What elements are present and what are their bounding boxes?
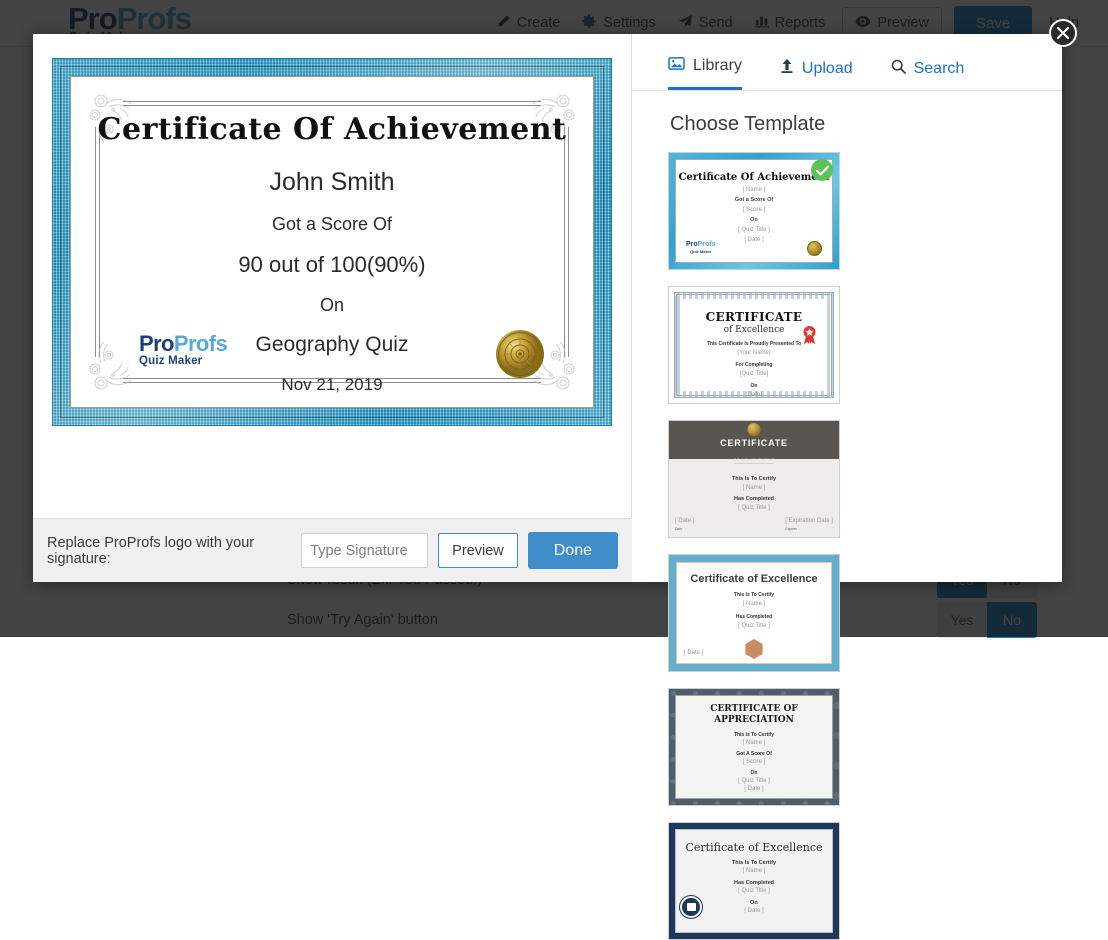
done-button[interactable]: Done [528,532,618,569]
tab-search[interactable]: Search [891,59,965,90]
thumb5-title-2: APPRECIATION [676,715,832,726]
thumb1-line-score-label: Got a Score Of [676,197,832,203]
template-thumbnail-certificate-of-appreciation-damask[interactable]: CERTIFICATE OF APPRECIATION This Is To C… [668,688,840,806]
signature-label: Replace ProProfs logo with your signatur… [47,535,291,567]
thumb1-line-name: [ Name ] [676,187,832,193]
thumb2-line-date: [Date] [681,392,827,398]
certificate-frame: Certificate Of Achievement John Smith Go… [52,58,612,426]
certificate-recipient-name: John Smith [71,168,593,197]
upload-icon [780,58,794,79]
template-thumbnail-certificate-of-achievement-dark-header[interactable]: CERTIFICATE OF ACHIEVEMENT This Is To Ce… [668,420,840,538]
cert-logo-profs: Profs [174,331,227,356]
thumb2-title-1: CERTIFICATE [681,310,827,324]
certificate-score-value: 90 out of 100(90%) [71,252,593,278]
template-chooser-pane: Library Upload Search Choose Template [632,34,1062,582]
choose-template-heading: Choose Template [632,91,1062,136]
thumb6-title: Certificate of Excellence [676,841,832,854]
tab-library-label: Library [693,57,742,75]
thumb6-line-name: [ Name ] [676,868,832,874]
selected-check-icon [811,159,833,181]
signature-input[interactable] [301,533,428,568]
thumb1-title: Certificate Of Achievement [676,172,832,183]
thumb5-line-score-label: Got A Score Of [676,751,832,757]
certificate-proprofs-logo: ProProfs Quiz Maker [139,333,227,368]
template-source-tabs: Library Upload Search [632,34,1062,91]
thumb3-line-completed: Has Completed [669,496,839,502]
close-icon[interactable] [1049,19,1077,47]
template-thumbnail-certificate-of-excellence-navy[interactable]: Certificate of Excellence This Is To Cer… [668,822,840,940]
thumb5-line-on: On [676,770,832,776]
thumb5-line-score: [ Score ] [676,759,832,765]
thumb4-date: [ Date ] [684,650,703,656]
close-x-glyph [1057,27,1069,39]
thumb6-line-completed: Has Completed [676,880,832,886]
thumb3-title-1: CERTIFICATE [669,438,839,448]
thumb6-book-badge-icon [680,896,702,918]
certificate-title: Certificate Of Achievement [71,113,593,146]
thumb2-line-quiz: [Quiz Title] [681,371,827,377]
thumb3-footer-date-sub: Date [675,527,694,531]
thumb4-line-name: [ Name ] [677,601,831,607]
certificate-inner: Certificate Of Achievement John Smith Go… [70,76,594,408]
thumb4-wax-seal-icon [744,639,764,659]
cert-logo-pro: Pro [139,331,174,356]
thumb3-footer-exp-sub: Expires [785,527,833,531]
thumb2-line-on: On [681,383,827,389]
tab-upload[interactable]: Upload [780,58,853,90]
certificate-preview: Certificate Of Achievement John Smith Go… [52,58,612,426]
image-icon [668,56,685,76]
tab-library[interactable]: Library [668,56,742,90]
thumb4-title: Certificate of Excellence [677,573,831,585]
tab-search-label: Search [914,60,965,78]
template-thumbnail-certificate-of-excellence-blue-border[interactable]: Certificate of Excellence This Is To Cer… [668,554,840,672]
thumb3-footer-exp: [ Expiration Date ] [785,518,833,524]
thumb5-line-certify: This Is To Certify [676,732,832,738]
thumb2-line-name: [Your Name] [681,350,827,356]
thumb3-line-certify: This Is To Certify [669,476,839,482]
thumb1-seal-icon [807,241,822,256]
thumb2-line-completing: For Completing [681,362,827,368]
thumb3-title-2: OF ACHIEVEMENT [734,457,775,464]
thumb5-line-quiz: [ Quiz Title ] [676,778,832,784]
thumb6-line-certify: This Is To Certify [676,860,832,866]
signature-bar: Replace ProProfs logo with your signatur… [33,518,632,582]
cert-logo-sub: Quiz Maker [139,356,227,368]
tab-upload-label: Upload [802,60,853,78]
thumb4-line-completed: Has Completed [677,614,831,620]
certificate-template-modal: Certificate Of Achievement John Smith Go… [33,34,1062,582]
thumb4-line-quiz: [ Quiz Title ] [677,623,831,629]
certificate-score-label: Got a Score Of [71,214,593,235]
thumb3-line-name: [ Name ] [669,485,839,491]
signature-preview-button[interactable]: Preview [438,533,518,568]
certificate-on-label: On [71,295,593,316]
thumb1-line-quiz: [ Quiz Title ] [676,227,832,233]
search-icon [891,59,906,79]
thumb6-line-quiz: [ Quiz Title ] [676,888,832,894]
red-ribbon-icon [802,325,817,345]
thumb1-line-score: [ Score ] [676,207,832,213]
thumb3-seal-icon [748,423,761,436]
thumb5-title-1: CERTIFICATE OF [676,704,832,715]
template-thumbnail-grid: Certificate Of Achievement [ Name ] Got … [632,136,1028,940]
thumb5-line-name: [ Name ] [676,740,832,746]
thumb1-line-on: On [676,217,832,223]
thumb5-line-date: [ Date ] [676,786,832,792]
thumb1-logo: ProProfsQuiz Maker [686,234,716,254]
template-thumbnail-certificate-of-achievement-blue-frame[interactable]: Certificate Of Achievement [ Name ] Got … [668,152,840,270]
gold-seal-icon [495,329,545,379]
thumb3-footer-date: [ Date ] [675,518,694,524]
template-thumbnail-certificate-of-excellence-ornate[interactable]: CERTIFICATE of Excellence This Certifica… [668,286,840,404]
thumb4-line-certify: This Is To Certify [677,592,831,598]
certificate-preview-pane: Certificate Of Achievement John Smith Go… [33,34,632,582]
